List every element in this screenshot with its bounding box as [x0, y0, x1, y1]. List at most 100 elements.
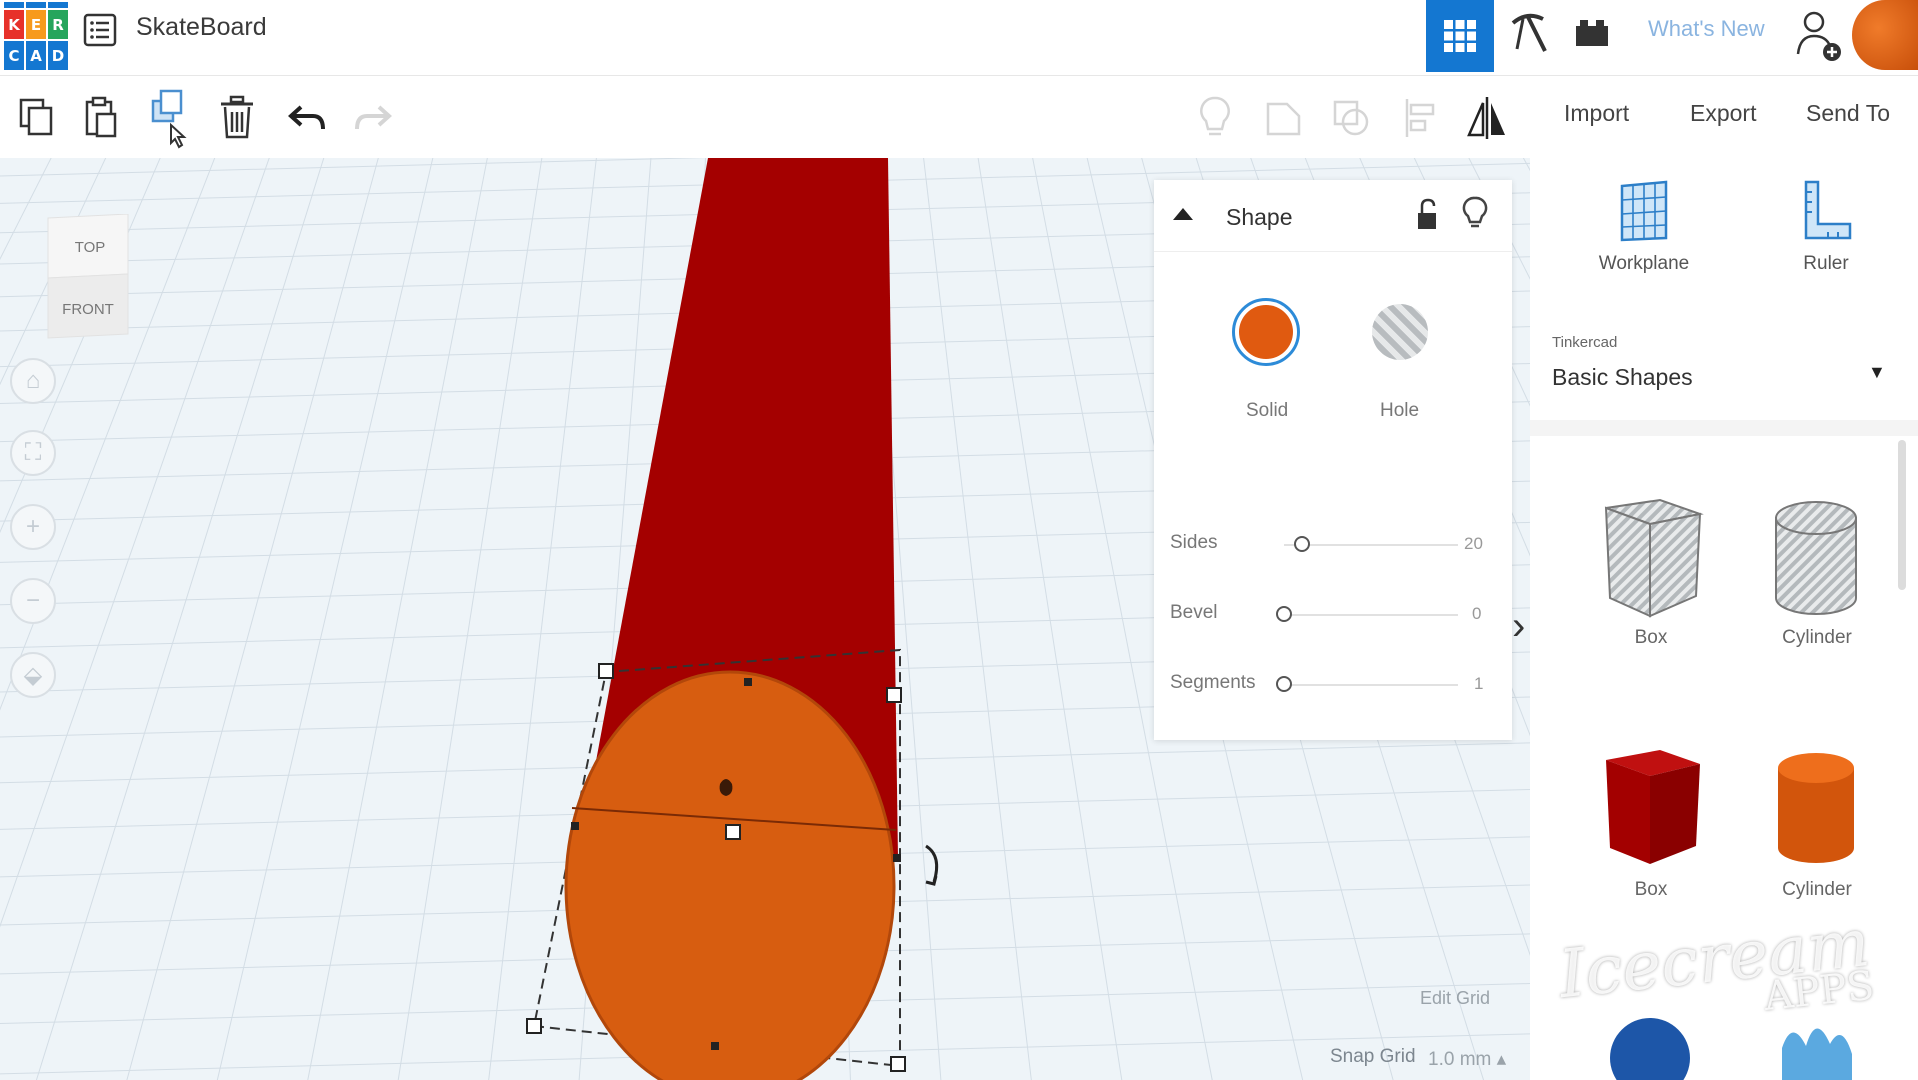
- mirror-button[interactable]: [1462, 90, 1512, 146]
- snap-grid-label: Snap Grid: [1330, 1046, 1416, 1067]
- home-icon: ⌂: [25, 367, 41, 394]
- solid-option[interactable]: [1232, 298, 1300, 366]
- cylinder-icon: [1778, 753, 1854, 863]
- box-icon: [1606, 750, 1700, 864]
- ungroup-button[interactable]: [1326, 90, 1376, 146]
- build-blocks-button[interactable]: [1502, 6, 1554, 58]
- align-icon: [1405, 99, 1435, 137]
- grid-icon: [1444, 20, 1476, 52]
- bricks-button[interactable]: [1566, 6, 1618, 58]
- ruler-tool[interactable]: Ruler: [1766, 180, 1886, 275]
- resize-handle[interactable]: [526, 1018, 542, 1034]
- bevel-slider-knob[interactable]: [1276, 606, 1292, 622]
- library-source: Tinkercad: [1552, 334, 1618, 351]
- view-cube[interactable]: TOP FRONT: [44, 214, 132, 340]
- bevel-value[interactable]: 0: [1472, 604, 1481, 624]
- design-list-button[interactable]: [82, 12, 118, 48]
- segments-slider-track[interactable]: [1284, 684, 1458, 686]
- home-view-button[interactable]: ⌂: [10, 358, 56, 404]
- sides-slider-track[interactable]: [1284, 544, 1458, 546]
- zoom-in-button[interactable]: +: [10, 504, 56, 550]
- fit-icon: ⛶: [24, 439, 42, 466]
- hand-cursor-icon: [170, 122, 187, 149]
- unlock-icon[interactable]: [1414, 198, 1440, 232]
- invite-user-button[interactable]: [1794, 6, 1846, 66]
- snap-grid-value: 1.0 mm: [1428, 1049, 1492, 1070]
- shape-cylinder[interactable]: Cylinder: [1752, 720, 1882, 901]
- mirror-icon: [1467, 97, 1505, 139]
- undo-button[interactable]: [282, 90, 332, 146]
- logo-letter: D: [48, 41, 68, 70]
- sides-slider-knob[interactable]: [1294, 536, 1310, 552]
- 3d-view-button[interactable]: [1426, 0, 1494, 72]
- divider: [1530, 420, 1918, 436]
- export-button[interactable]: Export: [1690, 100, 1756, 127]
- user-avatar[interactable]: [1852, 0, 1918, 70]
- bevel-slider-track[interactable]: [1284, 614, 1458, 616]
- shape-panel-scrollbar[interactable]: [1898, 440, 1906, 590]
- zoom-out-icon: −: [25, 587, 40, 614]
- edge-handle[interactable]: [711, 1042, 719, 1050]
- edit-grid-button[interactable]: Edit Grid: [1420, 988, 1490, 1009]
- resize-handle[interactable]: [890, 1056, 906, 1072]
- design-title[interactable]: SkateBoard: [136, 13, 267, 42]
- rotate-handle-icon[interactable]: [925, 844, 939, 886]
- inspector-header: Shape: [1154, 180, 1512, 252]
- shape-box-hole[interactable]: Box: [1586, 468, 1716, 649]
- solid-label: Solid: [1246, 400, 1289, 421]
- brick-icon: [1576, 20, 1608, 46]
- whats-new-link[interactable]: What's New: [1648, 16, 1765, 42]
- workplane-icon: [1620, 180, 1668, 242]
- resize-handle[interactable]: [598, 663, 614, 679]
- duplicate-button[interactable]: [148, 89, 198, 149]
- edge-handle[interactable]: [893, 854, 901, 862]
- collapse-up-icon[interactable]: [1172, 206, 1194, 222]
- add-user-icon: [1796, 11, 1841, 61]
- paste-button[interactable]: [76, 90, 126, 146]
- workplane-tool-label: Workplane: [1598, 253, 1690, 274]
- shape-label: Cylinder: [1782, 879, 1852, 900]
- lightbulb-icon[interactable]: [1462, 196, 1488, 232]
- import-button[interactable]: Import: [1564, 100, 1629, 127]
- box-hole-icon: [1604, 498, 1704, 618]
- group-button[interactable]: [1258, 90, 1308, 146]
- ungroup-icon: [1333, 100, 1369, 136]
- redo-button[interactable]: [348, 90, 398, 146]
- edge-handle[interactable]: [744, 678, 752, 686]
- hole-option[interactable]: [1372, 304, 1428, 360]
- solid-swatch: [1239, 305, 1293, 359]
- sides-value[interactable]: 20: [1464, 534, 1483, 554]
- ruler-icon: [1804, 180, 1852, 240]
- copy-button[interactable]: [12, 90, 62, 146]
- perspective-button[interactable]: ⬙: [10, 652, 56, 698]
- zoom-out-button[interactable]: −: [10, 578, 56, 624]
- logo-letter: K: [4, 10, 24, 39]
- undo-icon: [288, 105, 325, 130]
- library-select[interactable]: Basic Shapes: [1552, 364, 1693, 391]
- segments-value[interactable]: 1: [1474, 674, 1483, 694]
- sides-label: Sides: [1170, 532, 1218, 553]
- delete-button[interactable]: [212, 90, 262, 146]
- shape-inspector: Shape Solid Hole Sides 20 Bevel 0 Segmen…: [1154, 180, 1512, 740]
- shape-label: Box: [1634, 879, 1668, 900]
- align-button[interactable]: [1396, 90, 1446, 146]
- panel-collapse-chevron-icon[interactable]: ›: [1512, 604, 1525, 649]
- resize-handle[interactable]: [886, 687, 902, 703]
- snap-grid-select[interactable]: 1.0 mm ▴: [1428, 1048, 1506, 1071]
- dropdown-caret-icon[interactable]: ▼: [1868, 362, 1886, 383]
- paste-icon: [85, 96, 117, 138]
- hole-label: Hole: [1380, 400, 1420, 421]
- inspector-title: Shape: [1226, 204, 1293, 230]
- workplane-tool[interactable]: Workplane: [1584, 180, 1704, 275]
- center-handle[interactable]: [725, 824, 741, 840]
- shape-box[interactable]: Box: [1586, 720, 1716, 901]
- tinkercad-logo[interactable]: K E R C A D: [4, 2, 68, 70]
- shape-cylinder-hole[interactable]: Cylinder: [1752, 468, 1882, 649]
- lightbulb-icon: [1200, 96, 1230, 136]
- fit-view-button[interactable]: ⛶: [10, 430, 56, 476]
- edge-handle[interactable]: [571, 822, 579, 830]
- send-to-button[interactable]: Send To: [1806, 100, 1890, 127]
- orange-cylinder-shape[interactable]: [564, 670, 896, 1080]
- segments-slider-knob[interactable]: [1276, 676, 1292, 692]
- notes-button[interactable]: [1190, 90, 1240, 146]
